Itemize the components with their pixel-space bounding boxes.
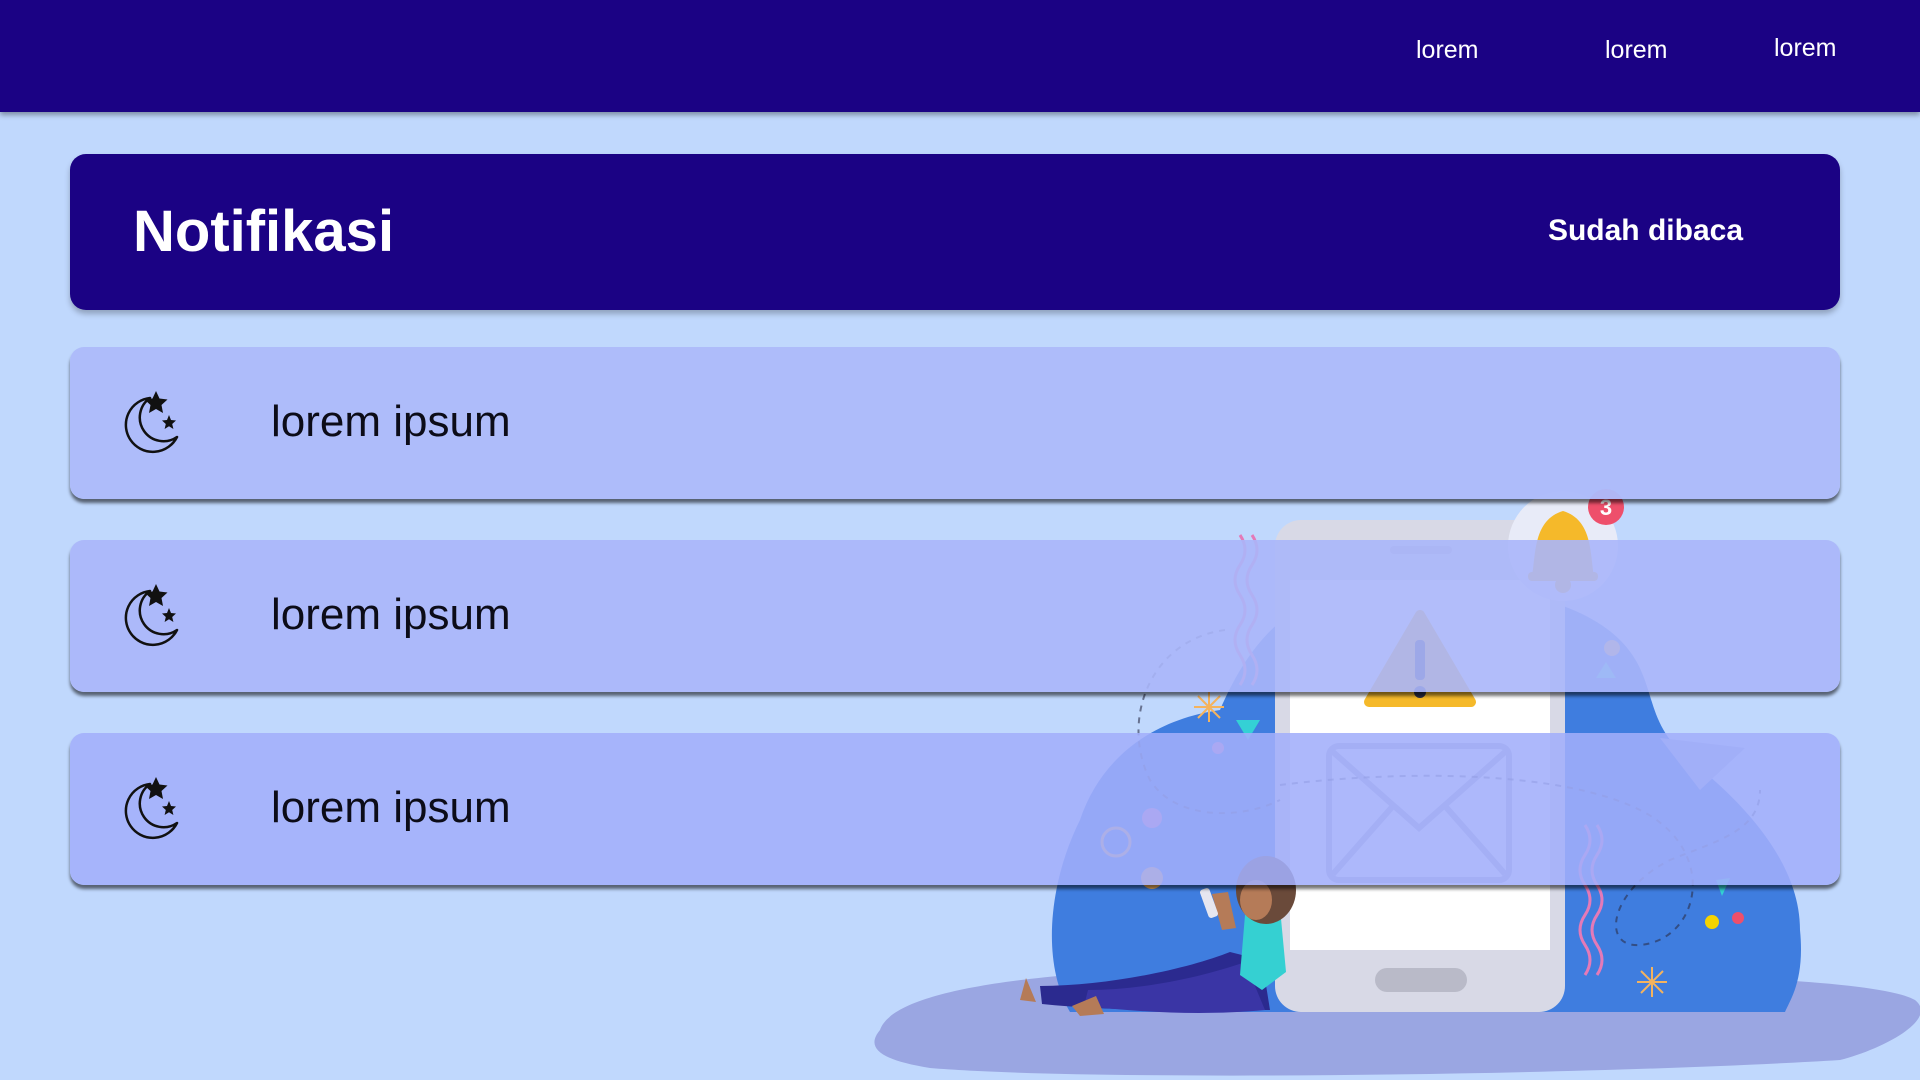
mark-as-read-button[interactable]: Sudah dibaca <box>1548 214 1743 248</box>
nav-link-2[interactable]: lorem <box>1605 36 1668 65</box>
notification-text: lorem ipsum <box>271 397 511 446</box>
notification-text: lorem ipsum <box>271 783 511 832</box>
notification-item[interactable]: lorem ipsum <box>70 347 1840 499</box>
moon-stars-icon <box>124 584 179 647</box>
nav-link-3[interactable]: lorem <box>1774 34 1837 63</box>
nav-link-1[interactable]: lorem <box>1416 36 1479 65</box>
notification-text: lorem ipsum <box>271 590 511 639</box>
moon-stars-icon <box>124 391 179 454</box>
notification-item[interactable]: lorem ipsum <box>70 540 1840 692</box>
notification-item[interactable]: lorem ipsum <box>70 733 1840 885</box>
moon-stars-icon <box>124 777 179 840</box>
notifications-header: Notifikasi Sudah dibaca <box>70 154 1840 310</box>
top-navbar: lorem lorem lorem <box>0 0 1920 112</box>
page-title: Notifikasi <box>133 199 395 264</box>
